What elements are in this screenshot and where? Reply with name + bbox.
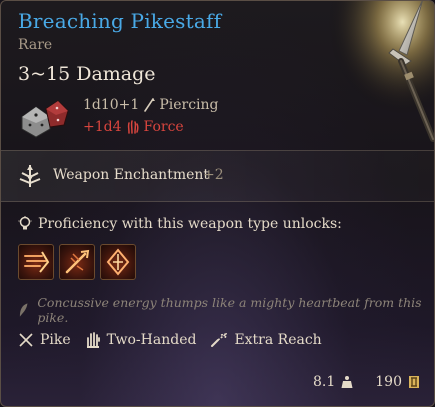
- property-two-handed[interactable]: Two-Handed: [85, 331, 197, 349]
- weight-value: 8.1: [313, 374, 336, 390]
- item-tooltip: Breaching Pikestaff Rare 3~15 Damage 1d1…: [0, 0, 435, 407]
- pommel-strike-icon[interactable]: [59, 244, 95, 280]
- enchantment-label: Weapon Enchantment: [53, 167, 210, 183]
- enchantment-section[interactable]: Weapon Enchantment +2: [1, 150, 434, 202]
- force-icon: [127, 120, 139, 134]
- property-extra-reach[interactable]: Extra Reach: [210, 332, 322, 348]
- bonus-damage-type: Force: [143, 119, 184, 135]
- extra-reach-icon: [211, 332, 228, 347]
- pikestaff-illustration: [315, 1, 434, 146]
- lacerate-icon[interactable]: [100, 244, 136, 280]
- item-footer: 8.1 190: [313, 374, 420, 390]
- property-label: Extra Reach: [234, 332, 322, 348]
- two-handed-icon: [86, 332, 100, 348]
- enchantment-icon: [19, 165, 41, 187]
- property-label: Pike: [40, 332, 71, 348]
- description-text: Concussive energy thumps like a mighty h…: [37, 295, 422, 325]
- base-damage-row: 1d10+1 Piercing: [83, 97, 219, 113]
- base-damage-type: Piercing: [159, 97, 219, 113]
- proficiency-row: Proficiency with this weapon type unlock…: [18, 216, 342, 232]
- quill-icon: [19, 303, 28, 317]
- property-pike[interactable]: Pike: [18, 332, 71, 348]
- piercing-icon: [144, 98, 156, 112]
- weight-icon: [341, 376, 353, 388]
- item-description: Concussive energy thumps like a mighty h…: [18, 295, 434, 325]
- dice-icon: [21, 100, 69, 138]
- enchantment-bonus: +2: [203, 167, 224, 183]
- bonus-damage-row: +1d4 Force: [83, 119, 184, 135]
- gold-value: 190: [375, 374, 402, 390]
- property-label: Two-Handed: [106, 332, 197, 348]
- lightbulb-icon: [18, 216, 32, 230]
- gold-icon: [409, 376, 419, 388]
- proficiency-text: Proficiency with this weapon type unlock…: [38, 216, 342, 232]
- pike-icon: [19, 333, 33, 347]
- weapon-actions: [18, 244, 136, 280]
- bonus-damage-dice: +1d4: [83, 119, 122, 135]
- item-name: Breaching Pikestaff: [18, 9, 222, 33]
- item-rarity: Rare: [18, 37, 53, 53]
- weapon-properties: Pike Two-Handed Extra Reach: [18, 331, 322, 349]
- damage-range: 3~15 Damage: [18, 63, 156, 85]
- base-damage-dice: 1d10+1: [83, 97, 140, 113]
- rush-attack-icon[interactable]: [18, 244, 54, 280]
